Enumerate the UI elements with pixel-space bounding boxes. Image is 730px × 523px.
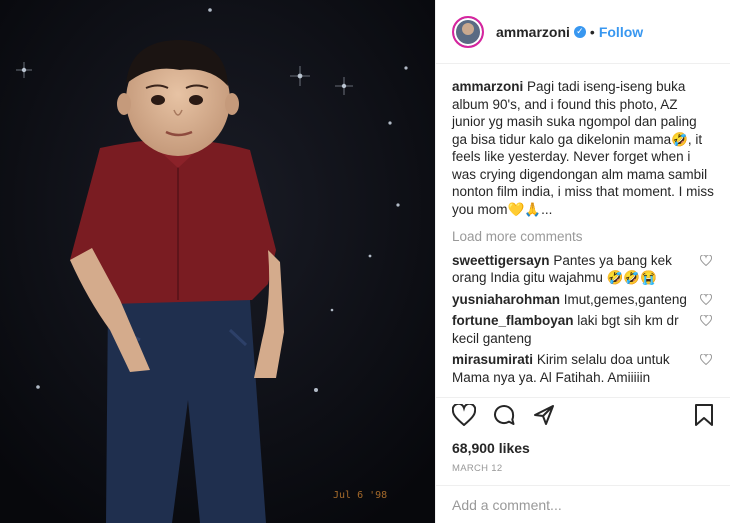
comment-like-icon[interactable] [700, 252, 714, 287]
comment-author[interactable]: yusniaharohman [452, 292, 560, 307]
load-more-comments-button[interactable]: Load more comments [452, 228, 714, 246]
action-bar [436, 397, 730, 437]
bookmark-icon[interactable] [694, 403, 714, 432]
comment-item: sweettigersayn Pantes ya bang kek orang … [452, 252, 714, 287]
follow-button[interactable]: Follow [599, 24, 643, 40]
photo-illustration [0, 0, 435, 523]
comment-icon[interactable] [492, 403, 516, 432]
comment-item: yusniaharohman Imut,gemes,ganteng [452, 291, 714, 309]
caption-text: Pagi tadi iseng-iseng buka album 90's, a… [452, 79, 714, 217]
comment-text: Imut,gemes,ganteng [563, 291, 687, 307]
header-username[interactable]: ammarzoni [496, 24, 570, 40]
comment-like-icon[interactable] [700, 351, 714, 386]
comments-section: ammarzoni Pagi tadi iseng-iseng buka alb… [436, 64, 730, 397]
header-separator: • [589, 23, 595, 40]
verified-icon: ✓ [573, 25, 586, 38]
comment-item: fortune_flamboyan laki bgt sih km dr kec… [452, 312, 714, 347]
share-icon[interactable] [532, 403, 556, 432]
comment-author[interactable]: mirasumirati [452, 352, 533, 367]
photo-date-stamp: Jul 6 '98 [333, 490, 388, 501]
comment-author[interactable]: sweettigersayn [452, 253, 550, 268]
comment-like-icon[interactable] [700, 312, 714, 347]
post-caption: ammarzoni Pagi tadi iseng-iseng buka alb… [452, 78, 714, 218]
post-date: MARCH 12 [452, 463, 503, 474]
likes-count[interactable]: 68,900 likes [436, 437, 730, 459]
instagram-post: Jul 6 '98 ammarzoni ✓ • Follow ammarzoni… [0, 0, 730, 523]
comment-item: mirasumirati Kirim selalu doa untuk Mama… [452, 351, 714, 386]
add-comment-bar [436, 485, 730, 523]
comment-like-icon[interactable] [700, 291, 714, 309]
heart-icon[interactable] [451, 402, 477, 431]
avatar[interactable] [452, 15, 484, 48]
post-header: ammarzoni ✓ • Follow [436, 0, 730, 64]
caption-author[interactable]: ammarzoni [452, 79, 523, 94]
post-sidebar: ammarzoni ✓ • Follow ammarzoni Pagi tadi… [435, 0, 730, 523]
comment-author[interactable]: fortune_flamboyan [452, 313, 574, 328]
post-photo[interactable]: Jul 6 '98 [0, 0, 435, 523]
add-comment-input[interactable] [452, 496, 714, 513]
